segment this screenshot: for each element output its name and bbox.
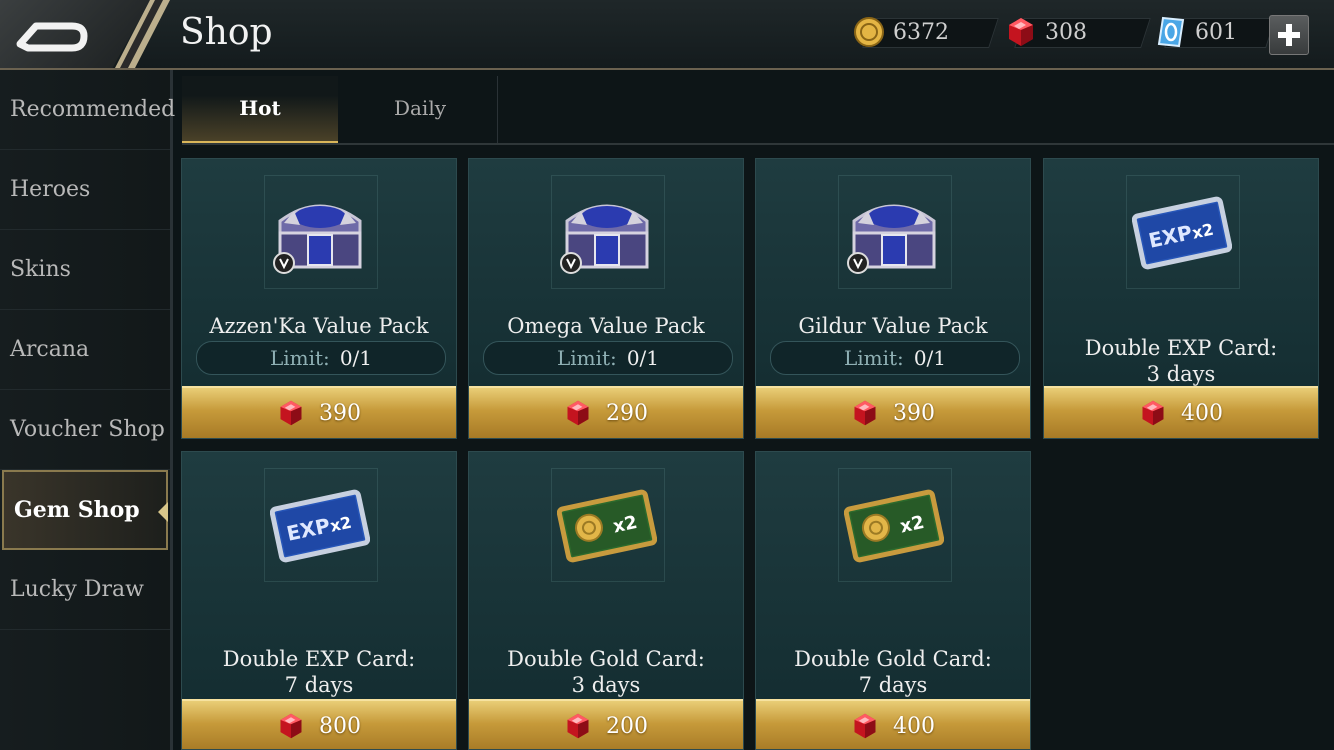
chest-icon xyxy=(844,183,944,283)
chest-icon xyxy=(557,183,657,283)
product-name: Double Gold Card: xyxy=(507,647,705,671)
product-name: Gildur Value Pack xyxy=(798,314,988,338)
header-divider xyxy=(115,0,170,68)
gem-currency: 308 xyxy=(1005,14,1155,50)
gem-icon xyxy=(277,399,305,427)
gold-amount: 6372 xyxy=(893,19,949,45)
sidebar-item-voucher-shop[interactable]: Voucher Shop xyxy=(0,390,170,470)
tab-divider xyxy=(497,76,498,144)
gold-card-icon: x2 xyxy=(557,476,657,576)
buy-button[interactable]: 290 xyxy=(469,386,743,438)
gold-coin-icon xyxy=(854,17,884,47)
shop-tabs: Hot Daily xyxy=(182,76,1322,144)
add-currency-button[interactable] xyxy=(1269,15,1309,55)
product-name: Omega Value Pack xyxy=(507,314,705,338)
price: 390 xyxy=(893,400,935,426)
page-title: Shop xyxy=(180,12,273,53)
product-card[interactable]: EXP x2 Double EXP Card: 7 days 800 xyxy=(181,451,457,750)
product-card[interactable]: Azzen'Ka Value Pack Limit: 0/1 390 xyxy=(181,158,457,439)
gem-icon xyxy=(1139,399,1167,427)
gem-amount: 308 xyxy=(1045,19,1087,45)
price: 400 xyxy=(893,713,935,739)
product-card[interactable]: x2 Double Gold Card: 7 days 400 xyxy=(755,451,1031,750)
purchase-limit: Limit: 0/1 xyxy=(770,341,1020,375)
tab-daily[interactable]: Daily xyxy=(342,76,498,144)
voucher-icon xyxy=(1157,16,1185,48)
product-duration: 3 days xyxy=(1146,362,1216,386)
exp-card-icon: EXP x2 xyxy=(1132,183,1232,283)
product-duration: 7 days xyxy=(858,673,928,697)
category-sidebar: Recommended Heroes Skins Arcana Voucher … xyxy=(0,70,175,750)
product-duration: 3 days xyxy=(571,673,641,697)
sidebar-item-skins[interactable]: Skins xyxy=(0,230,170,310)
gem-icon xyxy=(1005,16,1037,48)
gem-icon xyxy=(851,712,879,740)
voucher-amount: 601 xyxy=(1195,19,1237,45)
purchase-limit: Limit: 0/1 xyxy=(483,341,733,375)
product-name: Double Gold Card: xyxy=(794,647,992,671)
price: 800 xyxy=(319,713,361,739)
sidebar-item-gem-shop[interactable]: Gem Shop xyxy=(2,470,168,550)
buy-button[interactable]: 390 xyxy=(756,386,1030,438)
sidebar-item-lucky-draw[interactable]: Lucky Draw xyxy=(0,550,170,630)
tab-hot[interactable]: Hot xyxy=(182,76,338,144)
product-card[interactable]: Gildur Value Pack Limit: 0/1 390 xyxy=(755,158,1031,439)
gem-icon xyxy=(564,712,592,740)
product-card[interactable]: Omega Value Pack Limit: 0/1 290 xyxy=(468,158,744,439)
price: 200 xyxy=(606,713,648,739)
product-card[interactable]: x2 Double Gold Card: 3 days 200 xyxy=(468,451,744,750)
price: 390 xyxy=(319,400,361,426)
product-duration: 7 days xyxy=(284,673,354,697)
product-name: Double EXP Card: xyxy=(1084,336,1278,360)
sidebar-item-arcana[interactable]: Arcana xyxy=(0,310,170,390)
back-arrow-icon[interactable] xyxy=(14,10,94,58)
sidebar-item-recommended[interactable]: Recommended xyxy=(0,70,175,150)
plus-icon xyxy=(1278,24,1300,46)
buy-button[interactable]: 400 xyxy=(1044,386,1318,438)
sidebar-item-heroes[interactable]: Heroes xyxy=(0,150,170,230)
buy-button[interactable]: 400 xyxy=(756,699,1030,749)
chest-icon xyxy=(270,183,370,283)
buy-button[interactable]: 390 xyxy=(182,386,456,438)
price: 290 xyxy=(606,400,648,426)
gem-icon xyxy=(851,399,879,427)
gold-card-icon: x2 xyxy=(844,476,944,576)
voucher-currency: 601 xyxy=(1155,14,1276,50)
buy-button[interactable]: 200 xyxy=(469,699,743,749)
gem-icon xyxy=(564,399,592,427)
gem-icon xyxy=(277,712,305,740)
gold-currency: 6372 xyxy=(853,14,1003,50)
exp-card-icon: EXP x2 xyxy=(270,476,370,576)
buy-button[interactable]: 800 xyxy=(182,699,456,749)
product-name: Azzen'Ka Value Pack xyxy=(209,314,429,338)
product-name: Double EXP Card: xyxy=(222,647,416,671)
product-card[interactable]: EXP x2 Double EXP Card: 3 days 400 xyxy=(1043,158,1319,439)
purchase-limit: Limit: 0/1 xyxy=(196,341,446,375)
tab-underline xyxy=(182,143,1334,145)
top-bar: Shop 6372 308 601 xyxy=(0,0,1334,70)
price: 400 xyxy=(1181,400,1223,426)
